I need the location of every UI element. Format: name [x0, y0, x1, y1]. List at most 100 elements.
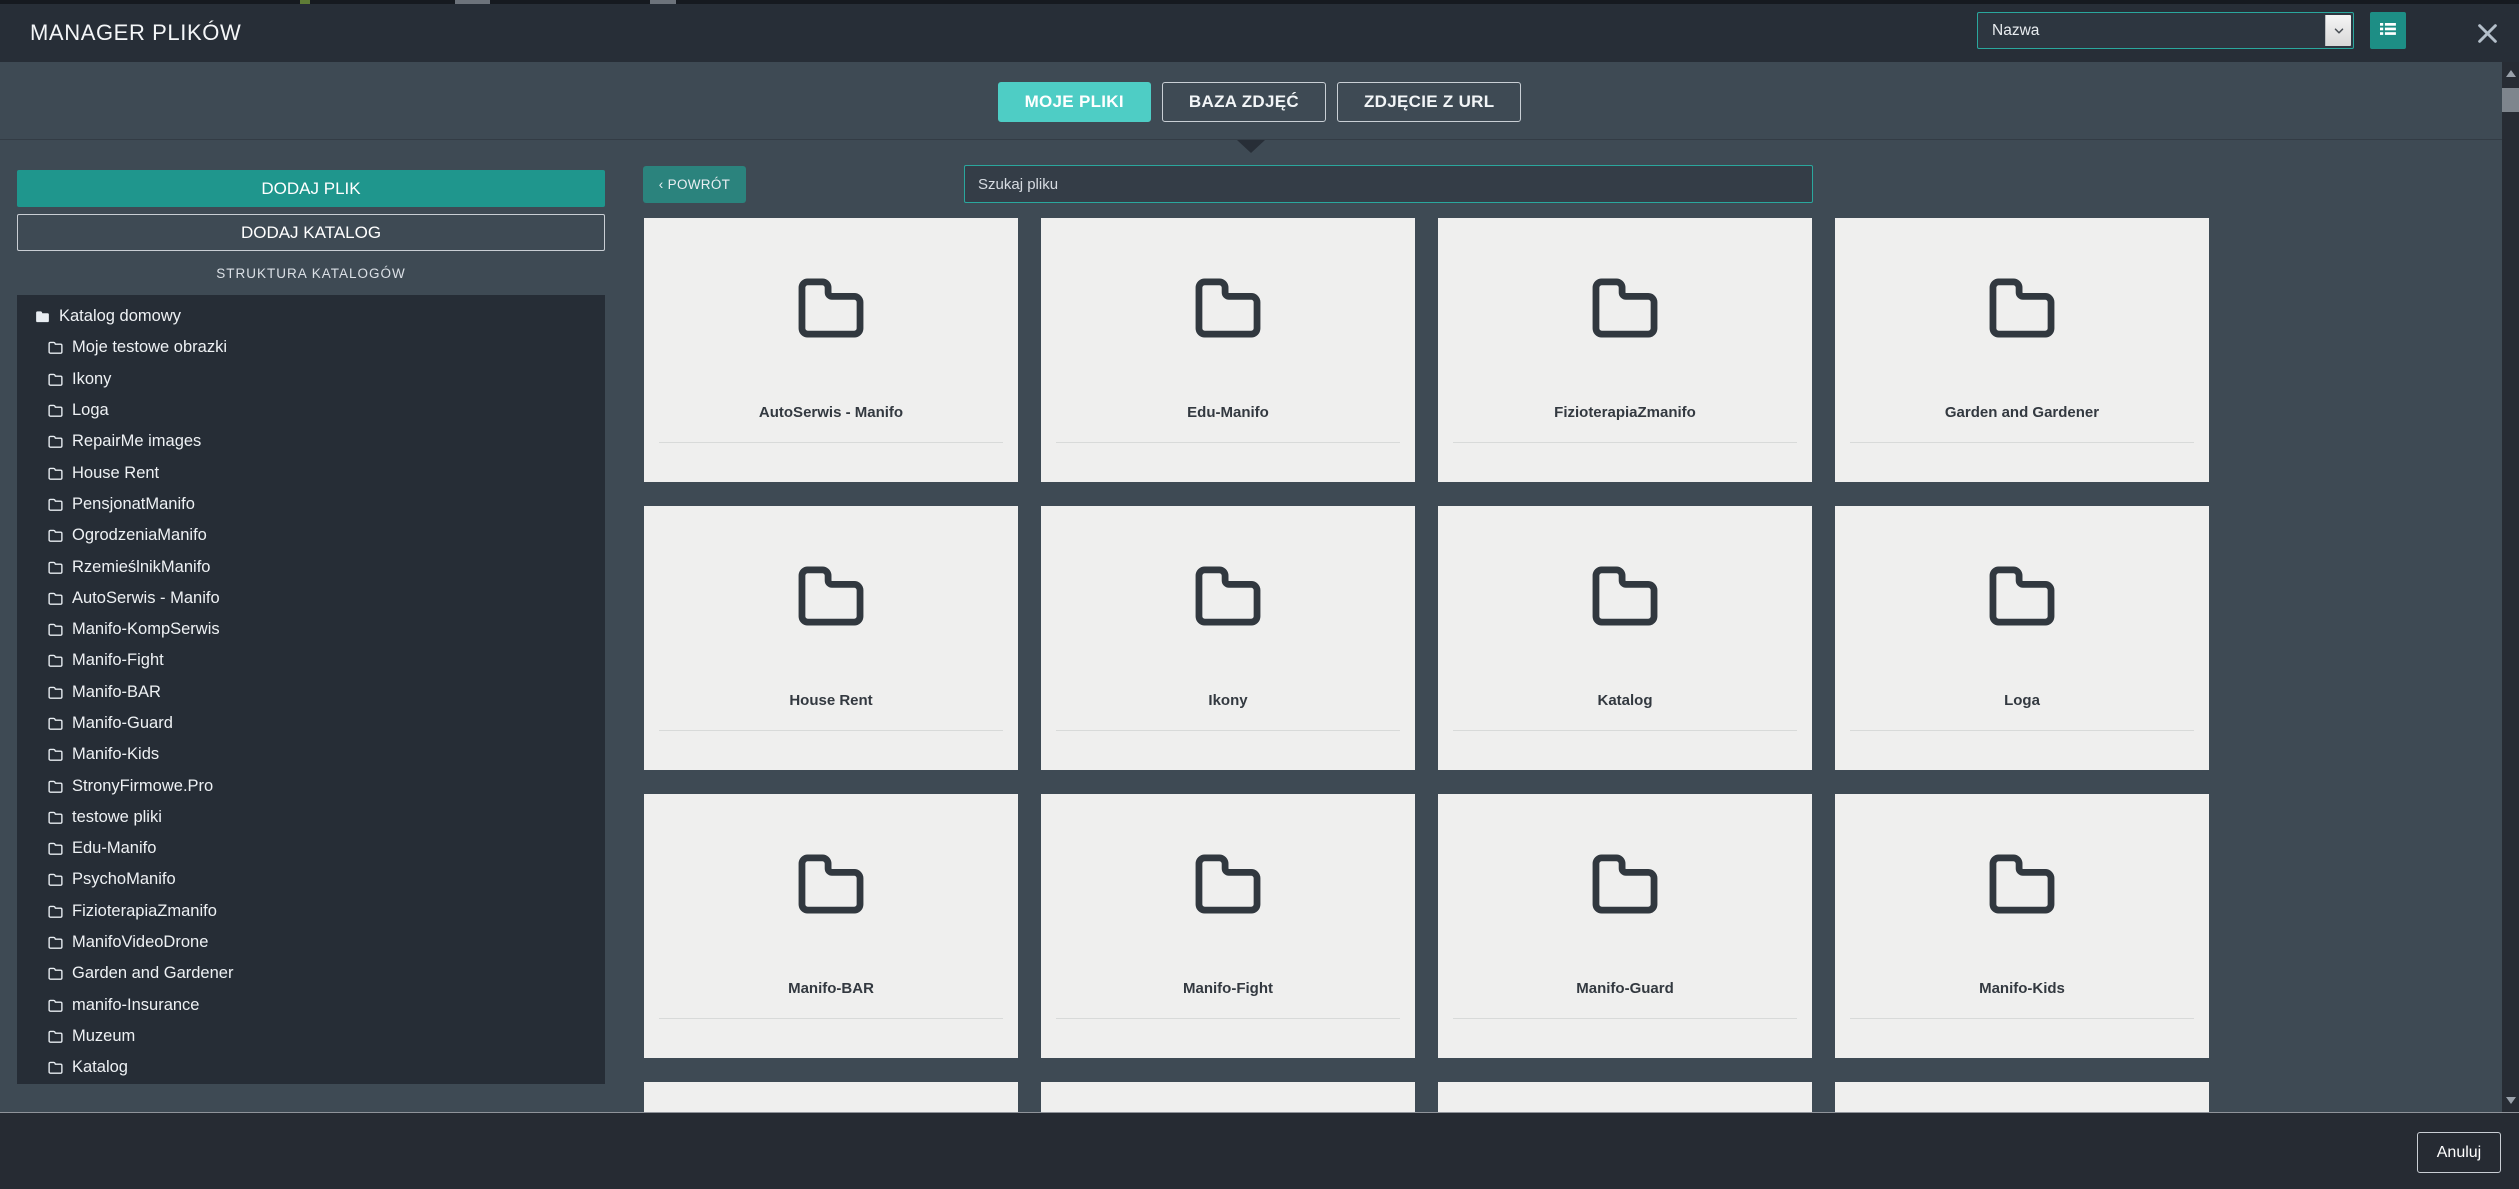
- tab[interactable]: ZDJĘCIE Z URL: [1337, 82, 1521, 122]
- tree-item[interactable]: RzemieślnikManifo: [17, 551, 605, 582]
- vertical-scrollbar[interactable]: [2502, 62, 2519, 1112]
- add-file-button[interactable]: DODAJ PLIK: [17, 170, 605, 207]
- tree-item[interactable]: House Rent: [17, 457, 605, 488]
- tree-item[interactable]: RepairMe images: [17, 426, 605, 457]
- sort-dropdown[interactable]: Nazwa: [1977, 12, 2354, 49]
- folder-card[interactable]: Katalog: [1438, 506, 1812, 770]
- folder-outline-icon: [1193, 854, 1263, 919]
- tree-item[interactable]: Edu-Manifo: [17, 833, 605, 864]
- tree-item-label: Manifo-KompSerwis: [72, 620, 220, 639]
- tree-item[interactable]: Manifo-BAR: [17, 677, 605, 708]
- folder-outline-icon: [47, 871, 64, 888]
- tree-item-label: House Rent: [72, 464, 159, 483]
- tree-item[interactable]: Ikony: [17, 364, 605, 395]
- folder-outline-icon: [1193, 278, 1263, 343]
- folder-grid: AutoSerwis - Manifo Edu-Manifo Fiziotera…: [644, 218, 2209, 1112]
- folder-outline-icon: [47, 778, 64, 795]
- folder-card[interactable]: FizioterapiaZmanifo: [1438, 218, 1812, 482]
- tree-item-root[interactable]: Katalog domowy: [17, 301, 605, 332]
- tree-item-label: StronyFirmowe.Pro: [72, 777, 213, 796]
- folder-filled-icon: [34, 308, 51, 325]
- folder-card-partial[interactable]: [1835, 1082, 2209, 1112]
- folder-outline-icon: [47, 715, 64, 732]
- tree-item[interactable]: manifo-Insurance: [17, 990, 605, 1021]
- folder-outline-icon: [47, 934, 64, 951]
- card-divider: [659, 730, 1003, 731]
- tab[interactable]: MOJE PLIKI: [998, 82, 1151, 122]
- folder-outline-icon: [47, 371, 64, 388]
- tree-item[interactable]: Muzeum: [17, 1021, 605, 1052]
- tree-item-label: Edu-Manifo: [72, 839, 156, 858]
- add-catalog-button[interactable]: DODAJ KATALOG: [17, 214, 605, 251]
- folder-card-label: Loga: [1835, 692, 2209, 709]
- tree-item[interactable]: Manifo-Kids: [17, 739, 605, 770]
- tree-item[interactable]: Garden and Gardener: [17, 958, 605, 989]
- folder-outline-icon: [47, 965, 64, 982]
- tab[interactable]: BAZA ZDJĘĆ: [1162, 82, 1326, 122]
- tree-item[interactable]: OgrodzeniaManifo: [17, 520, 605, 551]
- close-button[interactable]: [2472, 20, 2502, 50]
- tree-item-label: Loga: [72, 401, 109, 420]
- folder-card[interactable]: House Rent: [644, 506, 1018, 770]
- tree-item[interactable]: Loga: [17, 395, 605, 426]
- tree-item[interactable]: Katalog: [17, 1052, 605, 1083]
- folder-card[interactable]: Edu-Manifo: [1041, 218, 1415, 482]
- footer-bar: Anuluj: [0, 1112, 2519, 1189]
- scrollbar-thumb[interactable]: [2502, 88, 2519, 112]
- folder-card[interactable]: AutoSerwis - Manifo: [644, 218, 1018, 482]
- tree-item[interactable]: AutoSerwis - Manifo: [17, 583, 605, 614]
- folder-outline-icon: [1590, 854, 1660, 919]
- folder-outline-icon: [1590, 566, 1660, 631]
- tree-item-label: Manifo-Guard: [72, 714, 173, 733]
- folder-card-label: Edu-Manifo: [1041, 404, 1415, 421]
- tree-item[interactable]: PensjonatManifo: [17, 489, 605, 520]
- tree-item[interactable]: testowe pliki: [17, 802, 605, 833]
- card-divider: [659, 1018, 1003, 1019]
- tree-item[interactable]: PsychoManifo: [17, 864, 605, 895]
- tree-item[interactable]: Manifo-Guard: [17, 708, 605, 739]
- tree-item[interactable]: FizioterapiaZmanifo: [17, 896, 605, 927]
- folder-outline-icon: [1987, 854, 2057, 919]
- folder-card[interactable]: Manifo-BAR: [644, 794, 1018, 1058]
- folder-card-label: Ikony: [1041, 692, 1415, 709]
- tree-item-label: Manifo-Fight: [72, 651, 164, 670]
- card-divider: [1850, 442, 2194, 443]
- folder-outline-icon: [47, 1059, 64, 1076]
- folder-card-label: FizioterapiaZmanifo: [1438, 404, 1812, 421]
- tree-item[interactable]: Manifo-Fight: [17, 645, 605, 676]
- close-icon: [2474, 20, 2501, 50]
- folder-card-label: Katalog: [1438, 692, 1812, 709]
- tree-item-label: AutoSerwis - Manifo: [72, 589, 220, 608]
- folder-card-label: AutoSerwis - Manifo: [644, 404, 1018, 421]
- tree-item[interactable]: Moje testowe obrazki: [17, 332, 605, 363]
- tree-item[interactable]: StronyFirmowe.Pro: [17, 770, 605, 801]
- tree-item[interactable]: Manifo-KompSerwis: [17, 614, 605, 645]
- card-divider: [1056, 1018, 1400, 1019]
- back-button[interactable]: ‹ POWRÓT: [643, 166, 746, 203]
- folder-card-label: House Rent: [644, 692, 1018, 709]
- folder-card-partial[interactable]: [1041, 1082, 1415, 1112]
- folder-card[interactable]: Ikony: [1041, 506, 1415, 770]
- folder-card[interactable]: Manifo-Guard: [1438, 794, 1812, 1058]
- scroll-up-arrow-icon[interactable]: [2506, 70, 2516, 77]
- tree-item-label: testowe pliki: [72, 808, 162, 827]
- folder-card[interactable]: Manifo-Kids: [1835, 794, 2209, 1058]
- folder-card[interactable]: Loga: [1835, 506, 2209, 770]
- search-input[interactable]: [964, 165, 1813, 203]
- tree-item-label: RepairMe images: [72, 432, 201, 451]
- scroll-down-arrow-icon[interactable]: [2506, 1097, 2516, 1104]
- cancel-button[interactable]: Anuluj: [2417, 1132, 2501, 1173]
- tree-item-label: PensjonatManifo: [72, 495, 195, 514]
- folder-outline-icon: [47, 746, 64, 763]
- tree-item-label: ManifoVideoDrone: [72, 933, 208, 952]
- list-view-button[interactable]: [2370, 12, 2406, 49]
- folder-card[interactable]: Garden and Gardener: [1835, 218, 2209, 482]
- card-divider: [1056, 730, 1400, 731]
- folder-card-partial[interactable]: [1438, 1082, 1812, 1112]
- folder-outline-icon: [796, 854, 866, 919]
- folder-card[interactable]: Manifo-Fight: [1041, 794, 1415, 1058]
- folder-card-label: Manifo-BAR: [644, 980, 1018, 997]
- folder-card-partial[interactable]: [644, 1082, 1018, 1112]
- tree-item[interactable]: ManifoVideoDrone: [17, 927, 605, 958]
- tree-item-label: FizioterapiaZmanifo: [72, 902, 217, 921]
